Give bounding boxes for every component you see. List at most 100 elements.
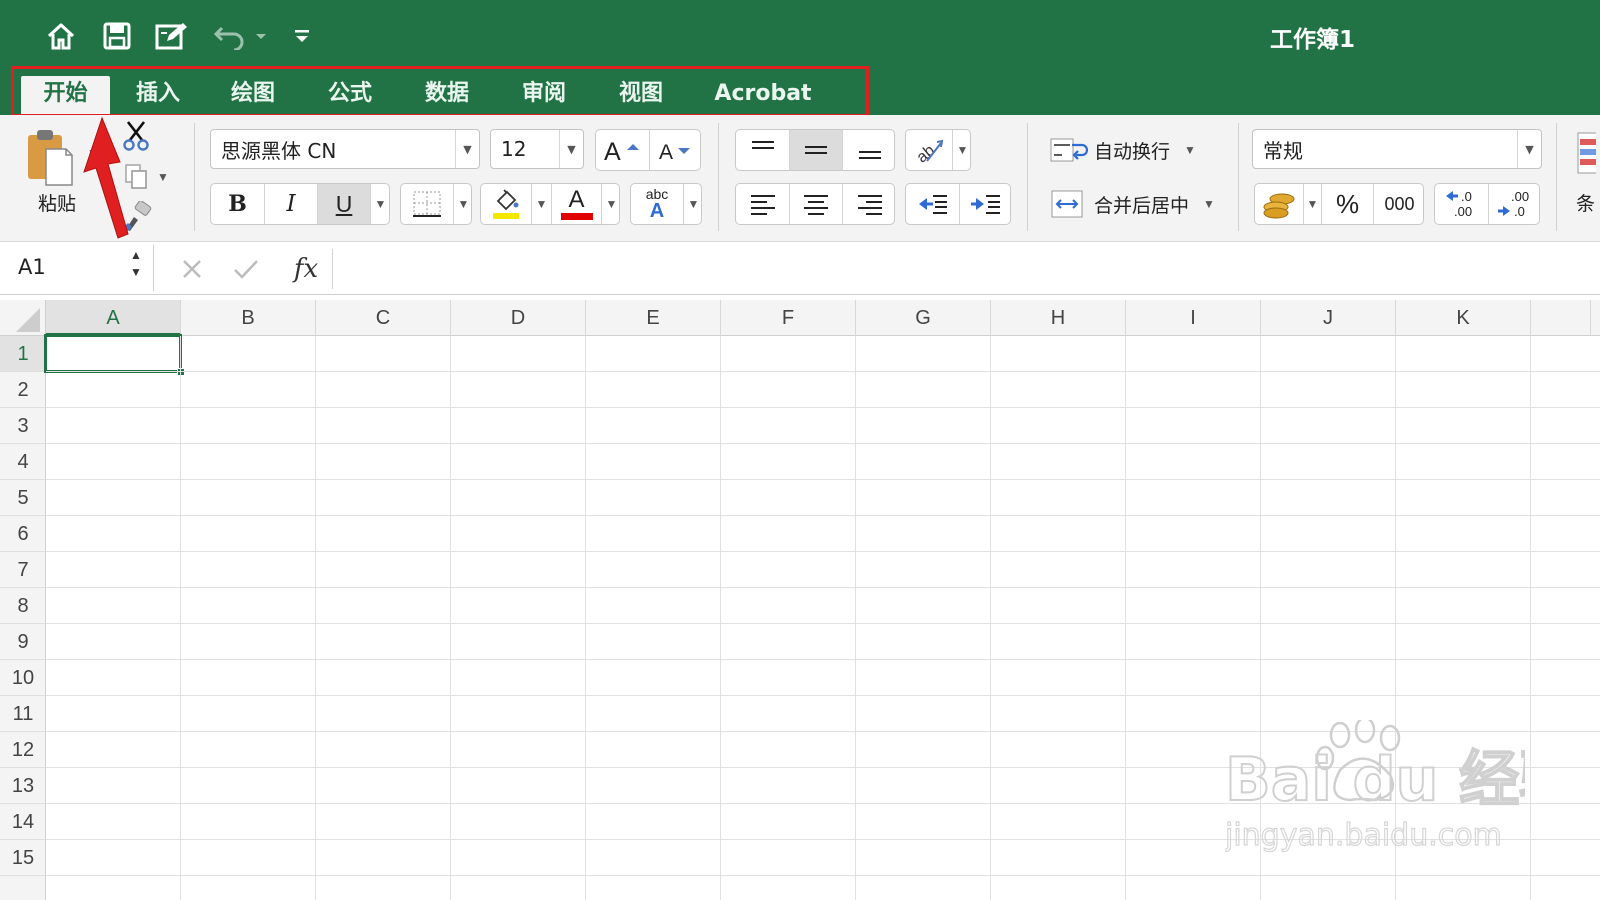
conditional-format-icon[interactable] [1572, 131, 1600, 175]
copy-dropdown[interactable]: ▼ [156, 169, 170, 185]
formula-input[interactable] [340, 251, 1590, 287]
increase-font-size-button[interactable]: A [596, 130, 649, 170]
row-header-5[interactable]: 5 [0, 480, 46, 516]
row-header-1[interactable]: 1 [0, 336, 46, 372]
italic-button[interactable]: I [264, 184, 317, 224]
row-header-13[interactable]: 13 [0, 768, 46, 804]
align-middle-icon [805, 146, 827, 154]
comma-style-button[interactable]: 000 [1373, 184, 1425, 224]
font-size-select[interactable]: 12 ▼ [490, 129, 584, 169]
ribbon-home: ▼ 粘贴 ▼ 思源黑体 CN ▼ 12 ▼ A A [0, 115, 1600, 242]
ribbon-separator [1238, 123, 1239, 231]
column-header-k[interactable]: K [1396, 300, 1531, 336]
row-header-10[interactable]: 10 [0, 660, 46, 696]
vertical-align-buttons [735, 129, 895, 171]
wrap-text-button[interactable]: 自动换行 ▼ [1050, 131, 1220, 169]
column-header-c[interactable]: C [316, 300, 451, 336]
column-header-a[interactable]: A [46, 300, 181, 336]
font-color-button[interactable]: A [551, 184, 601, 224]
grid-row-line [46, 659, 1600, 660]
grid-column-line [585, 336, 586, 900]
row-header-11[interactable]: 11 [0, 696, 46, 732]
column-header-j[interactable]: J [1261, 300, 1396, 336]
row-header-2[interactable]: 2 [0, 372, 46, 408]
font-name-select[interactable]: 思源黑体 CN ▼ [210, 129, 480, 169]
row-header-15[interactable]: 15 [0, 840, 46, 876]
font-style-buttons: B I U ▼ [210, 183, 390, 225]
increase-indent-button[interactable] [959, 184, 1012, 224]
formula-bar: A1 ▲ ▼ fx [0, 243, 1600, 295]
borders-dropdown[interactable]: ▼ [453, 184, 473, 224]
home-icon[interactable] [44, 18, 78, 54]
fill-color-dropdown[interactable]: ▼ [531, 184, 551, 224]
fill-handle[interactable] [177, 368, 185, 376]
column-header-b[interactable]: B [181, 300, 316, 336]
number-format-select[interactable]: 常规 ▼ [1252, 129, 1542, 169]
align-left-button[interactable] [736, 184, 789, 224]
row-header-9[interactable]: 9 [0, 624, 46, 660]
grid-column-line [450, 336, 451, 900]
merge-center-button[interactable]: 合并后居中 ▼ [1050, 185, 1240, 223]
align-bottom-button[interactable] [842, 130, 896, 170]
increase-decimal-button[interactable]: .0.00 [1435, 184, 1488, 224]
edit-document-icon[interactable] [154, 18, 190, 54]
name-box-stepper-icon[interactable]: ▲ ▼ [130, 247, 142, 281]
row-header-14[interactable]: 14 [0, 804, 46, 840]
underline-dropdown[interactable]: ▼ [370, 184, 390, 224]
customize-toolbar-icon[interactable] [290, 18, 314, 54]
align-middle-button[interactable] [789, 130, 842, 170]
select-all-corner[interactable] [0, 300, 46, 336]
grid-row-line [46, 587, 1600, 588]
decrease-indent-button[interactable] [906, 184, 959, 224]
decrease-font-size-button[interactable]: A [649, 130, 702, 170]
borders-button[interactable]: ▼ [400, 183, 472, 225]
confirm-edit-icon[interactable] [230, 253, 262, 285]
orientation-dropdown[interactable]: ▼ [952, 130, 972, 170]
column-header-i[interactable]: I [1126, 300, 1261, 336]
save-icon[interactable] [100, 18, 134, 54]
align-center-button[interactable] [789, 184, 842, 224]
accounting-dropdown[interactable]: ▼ [1303, 184, 1321, 224]
align-right-button[interactable] [842, 184, 896, 224]
column-header-f[interactable]: F [721, 300, 856, 336]
row-header-4[interactable]: 4 [0, 444, 46, 480]
align-bottom-icon [858, 151, 881, 159]
svg-text:.0: .0 [1461, 189, 1472, 204]
ribbon-separator [1027, 123, 1028, 231]
decrease-decimal-button[interactable]: .00.0 [1488, 184, 1541, 224]
row-header-6[interactable]: 6 [0, 516, 46, 552]
bold-button[interactable]: B [211, 184, 264, 224]
row-header-12[interactable]: 12 [0, 732, 46, 768]
column-header-h[interactable]: H [991, 300, 1126, 336]
phonetic-dropdown[interactable]: ▼ [683, 184, 703, 224]
undo-icon[interactable] [210, 18, 270, 54]
paste-button[interactable] [22, 125, 76, 191]
accounting-format-button[interactable] [1255, 184, 1303, 224]
row-header-3[interactable]: 3 [0, 408, 46, 444]
column-header-e[interactable]: E [586, 300, 721, 336]
phonetic-button[interactable]: abc A ▼ [630, 183, 702, 225]
grid-column-line [1125, 336, 1126, 900]
row-header-8[interactable]: 8 [0, 588, 46, 624]
column-header-g[interactable]: G [856, 300, 991, 336]
underline-button[interactable]: U [317, 184, 370, 224]
active-cell[interactable] [44, 334, 182, 373]
font-color-dropdown[interactable]: ▼ [601, 184, 621, 224]
text-orientation-icon: ab [906, 130, 952, 170]
cancel-edit-icon[interactable] [176, 253, 208, 285]
column-header-d[interactable]: D [451, 300, 586, 336]
row-header-7[interactable]: 7 [0, 552, 46, 588]
orientation-button[interactable]: ab ▼ [905, 129, 971, 171]
grid-row-line [46, 407, 1600, 408]
font-name-value: 思源黑体 CN [221, 138, 337, 163]
align-left-icon [750, 195, 775, 215]
grid-column-line [315, 336, 316, 900]
insert-function-button[interactable]: fx [286, 251, 326, 287]
grid-column-line [720, 336, 721, 900]
percent-style-button[interactable]: % [1321, 184, 1373, 224]
fill-color-button[interactable] [481, 184, 531, 224]
column-header-partial[interactable] [1531, 300, 1591, 336]
decrease-font-icon: A [659, 141, 690, 164]
align-top-button[interactable] [736, 130, 789, 170]
svg-text:A: A [659, 141, 673, 164]
